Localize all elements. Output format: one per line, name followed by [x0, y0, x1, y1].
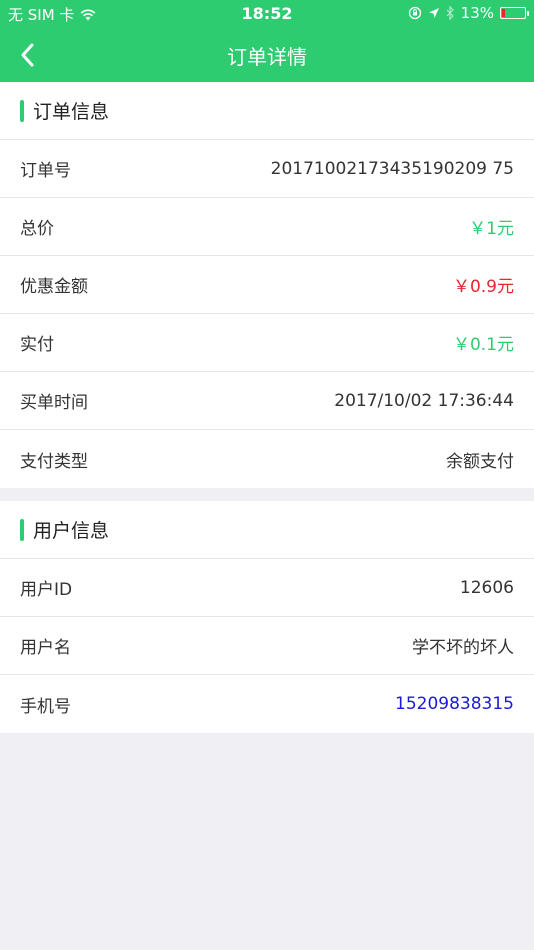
row-label: 用户ID — [20, 580, 73, 600]
status-right: 13% — [408, 4, 529, 22]
order-number-row: 订单号 20171002173435190209 75 — [0, 140, 534, 198]
lock-rotation-icon — [408, 6, 422, 20]
battery-percent: 13% — [460, 4, 494, 22]
location-icon — [428, 7, 440, 19]
bluetooth-icon — [446, 6, 455, 20]
row-label: 实付 — [20, 335, 54, 355]
order-info-header: 订单信息 — [0, 82, 534, 140]
purchase-time-row: 买单时间 2017/10/02 17:36:44 — [0, 372, 534, 430]
row-label: 订单号 — [20, 161, 71, 181]
section-title: 用户信息 — [33, 520, 110, 542]
row-label: 手机号 — [20, 696, 71, 717]
discount-row: 优惠金额 ￥0.9元 — [0, 256, 534, 314]
user-id-row: 用户ID 12606 — [0, 559, 534, 617]
section-accent-bar — [20, 99, 24, 122]
section-accent-bar — [20, 518, 24, 541]
section-title: 订单信息 — [33, 101, 110, 123]
total-price-row: 总价 ￥1元 — [0, 198, 534, 256]
row-label: 总价 — [20, 219, 54, 239]
order-number-value: 20171002173435190209 75 — [270, 158, 514, 179]
user-info-header: 用户信息 — [0, 501, 534, 559]
user-id-value: 12606 — [459, 577, 514, 598]
discount-value: ￥0.9元 — [452, 277, 514, 297]
payment-type-value: 余额支付 — [446, 451, 514, 472]
phone-row[interactable]: 手机号 15209838315 — [0, 675, 534, 733]
total-price-value: ￥1元 — [469, 219, 514, 239]
username-value: 学不坏的坏人 — [412, 638, 514, 658]
row-label: 支付类型 — [20, 451, 88, 472]
purchase-time-value: 2017/10/02 17:36:44 — [334, 390, 514, 411]
battery-icon — [500, 7, 529, 19]
paid-amount-row: 实付 ￥0.1元 — [0, 314, 534, 372]
row-label: 优惠金额 — [20, 277, 88, 297]
username-row: 用户名 学不坏的坏人 — [0, 617, 534, 675]
row-label: 买单时间 — [20, 393, 88, 413]
user-info-section: 用户信息 用户ID 12606 用户名 学不坏的坏人 手机号 152098383… — [0, 501, 534, 733]
battery-level — [502, 9, 505, 17]
phone-number-link[interactable]: 15209838315 — [395, 694, 514, 714]
payment-type-row: 支付类型 余额支付 — [0, 430, 534, 488]
page-title: 订单详情 — [227, 45, 307, 69]
status-bar: 无 SIM 卡 18:52 13% — [0, 0, 534, 28]
navigation-bar: 订单详情 — [0, 28, 534, 82]
paid-amount-value: ￥0.1元 — [452, 335, 514, 355]
order-info-section: 订单信息 订单号 20171002173435190209 75 总价 ￥1元 … — [0, 82, 534, 488]
row-label: 用户名 — [20, 638, 71, 658]
